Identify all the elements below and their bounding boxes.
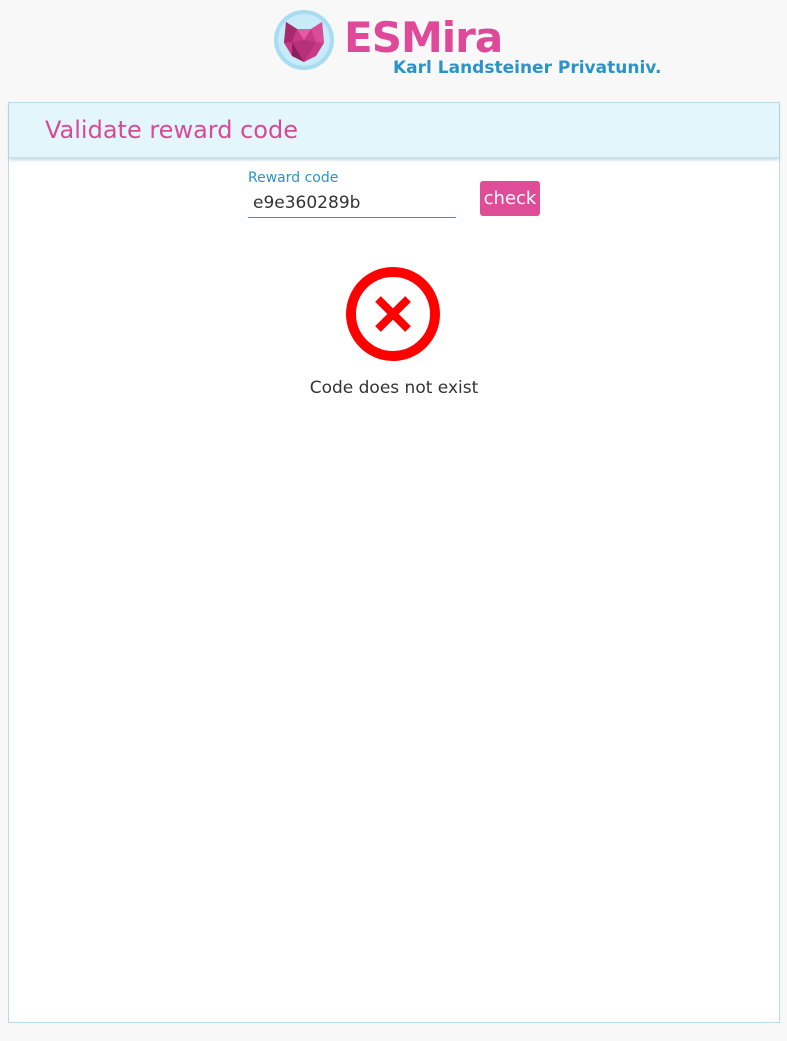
page-title: Validate reward code [45, 116, 298, 144]
reward-code-input[interactable] [248, 188, 456, 218]
reward-code-label: Reward code [248, 170, 339, 186]
app-header: ESMira Karl Landsteiner Privatuniv. [0, 0, 787, 100]
check-button[interactable]: check [480, 181, 540, 216]
esmira-logo-icon [274, 10, 334, 70]
status-message: Code does not exist [309, 378, 479, 398]
brand-subtitle: Karl Landsteiner Privatuniv. [393, 58, 662, 78]
error-x-circle-icon [346, 267, 440, 361]
panel-header: Validate reward code [9, 103, 779, 158]
main-panel: Validate reward code Reward code check C… [8, 102, 780, 1023]
